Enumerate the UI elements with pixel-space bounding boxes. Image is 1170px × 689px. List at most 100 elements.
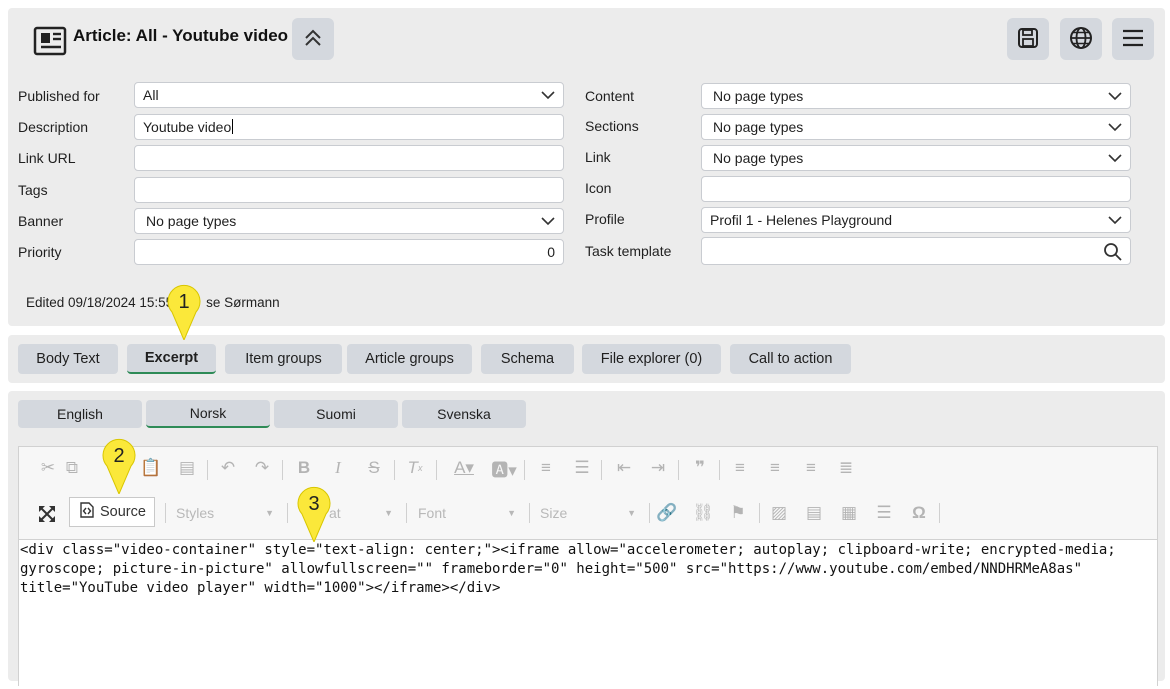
sections-label: Sections [585, 118, 639, 134]
tags-input[interactable] [134, 177, 564, 203]
menu-icon [1122, 28, 1144, 51]
strikethrough-icon[interactable]: S [363, 457, 385, 479]
task-template-label: Task template [585, 243, 672, 259]
tab-excerpt[interactable]: Excerpt [127, 344, 216, 374]
special-character-icon[interactable]: Ω [908, 502, 930, 524]
maximize-icon[interactable] [36, 503, 58, 525]
icon-input[interactable] [701, 176, 1131, 202]
tab-call-to-action[interactable]: Call to action [730, 344, 851, 374]
published-for-label: Published for [18, 88, 100, 104]
chevron-down-icon [1108, 213, 1122, 227]
media-embed-icon[interactable]: ▤ [803, 502, 825, 524]
horizontal-rule-icon[interactable]: ☰ [873, 502, 895, 524]
icon-label: Icon [585, 180, 612, 196]
tab-file-explorer[interactable]: File explorer (0) [582, 344, 721, 374]
chevron-down-icon [1108, 120, 1122, 134]
page-title: Article: All - Youtube video [73, 26, 289, 45]
tab-body-text[interactable]: Body Text [18, 344, 118, 374]
chevron-down-icon [541, 88, 555, 102]
align-left-icon[interactable]: ≡ [729, 457, 751, 479]
search-icon[interactable] [1102, 241, 1122, 261]
profile-select[interactable]: Profil 1 - Helenes Playground [701, 207, 1131, 233]
priority-value: 0 [547, 244, 555, 260]
unlink-icon[interactable]: ⛓ [692, 502, 714, 524]
source-icon [80, 502, 94, 522]
sections-select[interactable]: No page types [701, 114, 1131, 140]
tab-item-groups[interactable]: Item groups [225, 344, 342, 374]
blockquote-icon[interactable]: ❞ [689, 457, 711, 479]
collapse-button[interactable] [292, 18, 334, 60]
bulleted-list-icon[interactable]: ☰ [571, 457, 593, 479]
italic-icon[interactable]: I [327, 457, 349, 479]
content-label: Content [585, 88, 635, 104]
callout-marker-3: 3 [294, 484, 334, 542]
link-label: Link [585, 149, 611, 165]
align-justify-icon[interactable]: ≣ [835, 457, 857, 479]
profile-label: Profile [585, 211, 625, 227]
image-icon[interactable]: ▨ [768, 502, 790, 524]
description-value: Youtube video [143, 119, 232, 135]
callout-marker-1: 1 [164, 282, 204, 340]
editor-toolbar-row-1: ✂ ⧉ 📋 ▤ ↶ ↷ B I S Tx A▾ 🅰▾ ≡ ☰ ⇤ ⇥ ❞ ≡ ≡… [19, 457, 1157, 491]
align-right-icon[interactable]: ≡ [800, 457, 822, 479]
callout-marker-2: 2 [99, 436, 139, 494]
content-select[interactable]: No page types [701, 83, 1131, 109]
link-url-label: Link URL [18, 150, 76, 166]
language-button[interactable] [1060, 18, 1102, 60]
lang-tab-svenska[interactable]: Svenska [402, 400, 526, 428]
lang-tab-norsk[interactable]: Norsk [146, 400, 270, 428]
bold-icon[interactable]: B [293, 457, 315, 479]
lang-tab-suomi[interactable]: Suomi [274, 400, 398, 428]
text-color-icon[interactable]: A▾ [449, 457, 479, 479]
tab-article-groups[interactable]: Article groups [347, 344, 472, 374]
rich-text-editor: ✂ ⧉ 📋 ▤ ↶ ↷ B I S Tx A▾ 🅰▾ ≡ ☰ ⇤ ⇥ ❞ ≡ ≡… [18, 446, 1158, 689]
size-combo[interactable]: Size ▼ [540, 500, 640, 526]
paste-text-icon[interactable]: 📋 [140, 457, 162, 479]
copy-icon[interactable]: ⧉ [61, 457, 83, 479]
task-template-input[interactable] [701, 237, 1131, 265]
lang-tab-english[interactable]: English [18, 400, 142, 428]
banner-select[interactable]: No page types [134, 208, 564, 234]
styles-combo[interactable]: Styles ▼ [176, 500, 278, 526]
tags-label: Tags [18, 182, 48, 198]
table-icon[interactable]: ▦ [838, 502, 860, 524]
description-input[interactable]: Youtube video [134, 114, 564, 140]
font-combo[interactable]: Font ▼ [418, 500, 520, 526]
editor-panel: English Norsk Suomi Svenska ✂ ⧉ 📋 ▤ ↶ ↷ … [8, 391, 1165, 689]
article-tabs-panel: Body Text Excerpt Item groups Article gr… [8, 335, 1165, 383]
save-icon [1017, 27, 1039, 52]
banner-value: No page types [146, 213, 237, 229]
editor-toolbar-row-2: Source Styles ▼ at ▼ Font ▼ Size ▼ 🔗 ⛓ ⚑ ▨ [19, 497, 1157, 531]
tab-schema[interactable]: Schema [481, 344, 574, 374]
published-for-value: All [143, 87, 159, 103]
edited-info: Edited 09/18/2024 15:55 se Sørmann [26, 295, 280, 310]
numbered-list-icon[interactable]: ≡ [535, 457, 557, 479]
undo-icon[interactable]: ↶ [217, 457, 239, 479]
link-select[interactable]: No page types [701, 145, 1131, 171]
banner-label: Banner [18, 213, 64, 229]
link-url-input[interactable] [134, 145, 564, 171]
remove-format-icon[interactable]: Tx [404, 457, 426, 479]
collapse-chevrons-icon [303, 28, 323, 51]
increase-indent-icon[interactable]: ⇥ [647, 457, 669, 479]
description-label: Description [18, 119, 89, 135]
newspaper-icon [30, 21, 70, 61]
source-label: Source [100, 504, 146, 520]
source-button[interactable]: Source [69, 497, 155, 527]
published-for-select[interactable]: All [134, 82, 564, 108]
globe-icon [1069, 26, 1093, 53]
menu-button[interactable] [1112, 18, 1154, 60]
priority-input[interactable]: 0 [134, 239, 564, 265]
background-color-icon[interactable]: 🅰▾ [489, 457, 519, 480]
article-header-panel: Article: All - Youtube video Published f… [8, 8, 1165, 326]
align-center-icon[interactable]: ≡ [764, 457, 786, 479]
save-button[interactable] [1007, 18, 1049, 60]
chevron-down-icon [1108, 89, 1122, 103]
redo-icon[interactable]: ↷ [251, 457, 273, 479]
cut-icon[interactable]: ✂ [37, 457, 59, 479]
decrease-indent-icon[interactable]: ⇤ [613, 457, 635, 479]
link-icon[interactable]: 🔗 [656, 502, 678, 524]
paste-word-icon[interactable]: ▤ [176, 457, 198, 479]
source-code-area[interactable]: <div class="video-container" style="text… [19, 539, 1157, 689]
anchor-flag-icon[interactable]: ⚑ [727, 502, 749, 524]
